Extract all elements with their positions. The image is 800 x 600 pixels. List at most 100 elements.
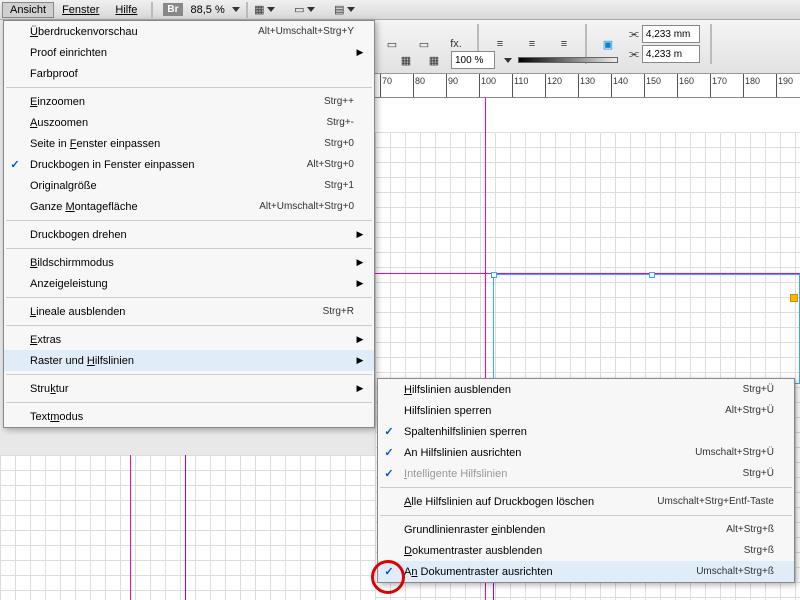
horizontal-ruler[interactable]: 708090100110120130140150160170180190 <box>375 74 800 98</box>
ansicht-item[interactable]: Struktur▶ <box>4 378 374 399</box>
menu-separator <box>380 515 792 516</box>
ansicht-item[interactable]: Raster und Hilfslinien▶ <box>4 350 374 371</box>
menu-label: Grundlinienraster einblenden <box>400 524 716 536</box>
menu-shortcut: Strg+R <box>323 306 354 317</box>
ansicht-item[interactable]: Extras▶ <box>4 329 374 350</box>
submenu-item[interactable]: ✓An Hilfslinien ausrichtenUmschalt+Strg+… <box>378 442 794 463</box>
check-icon: ✓ <box>378 425 400 438</box>
grid-icon[interactable]: ▦ <box>395 50 417 70</box>
menu-label: Überdruckenvorschau <box>26 26 248 38</box>
column-guide[interactable] <box>185 455 186 600</box>
menu-shortcut: Strg+ß <box>744 545 774 556</box>
submenu-arrow-icon: ▶ <box>354 229 366 240</box>
ansicht-item[interactable]: Textmodus <box>4 406 374 427</box>
ansicht-item[interactable]: ✓Druckbogen in Fenster einpassenAlt+Strg… <box>4 154 374 175</box>
ansicht-item[interactable]: AuszoomenStrg+- <box>4 112 374 133</box>
check-icon: ✓ <box>378 565 400 578</box>
submenu-item[interactable]: ✓Intelligente HilfslinienStrg+Ü <box>378 463 794 484</box>
menu-separator <box>6 374 372 375</box>
zoom-value[interactable]: 88,5 % <box>191 4 225 16</box>
percent-field[interactable] <box>451 51 495 69</box>
guide-vertical[interactable] <box>130 455 131 600</box>
menu-fenster[interactable]: Fenster <box>54 2 107 18</box>
submenu-item[interactable]: Hilfslinien ausblenden Strg+Ü <box>378 379 794 400</box>
height-field[interactable] <box>642 45 700 63</box>
menu-separator <box>6 248 372 249</box>
submenu-item[interactable]: Alle Hilfslinien auf Druckbogen löschen U… <box>378 491 794 512</box>
submenu-item[interactable]: Dokumentraster ausblendenStrg+ß <box>378 540 794 561</box>
menu-shortcut: Alt+Strg+ß <box>726 524 774 535</box>
menu-label: Auszoomen <box>26 117 316 129</box>
ansicht-item[interactable]: Ganze MontageflächeAlt+Umschalt+Strg+0 <box>4 196 374 217</box>
ansicht-item[interactable]: ÜberdruckenvorschauAlt+Umschalt+Strg+Y <box>4 21 374 42</box>
chevron-down-icon[interactable] <box>504 58 512 63</box>
ansicht-item[interactable]: Proof einrichten▶ <box>4 42 374 63</box>
ansicht-item[interactable]: Seite in Fenster einpassen Strg+0 <box>4 133 374 154</box>
menu-label: Ganze Montagefläche <box>26 201 249 213</box>
ansicht-item[interactable]: OriginalgrößeStrg+1 <box>4 175 374 196</box>
menu-hilfe[interactable]: Hilfe <box>107 2 145 18</box>
submenu-item[interactable]: ✓An Dokumentraster ausrichtenUmschalt+St… <box>378 561 794 582</box>
check-icon: ✓ <box>378 446 400 459</box>
menu-separator <box>380 487 792 488</box>
resize-handle[interactable] <box>491 272 497 278</box>
menu-label: Bildschirmmodus <box>26 257 354 269</box>
submenu-item[interactable]: Grundlinienraster einblenden Alt+Strg+ß <box>378 519 794 540</box>
menu-shortcut: Alt+Strg+Ü <box>725 405 774 416</box>
bridge-icon[interactable]: Br <box>163 3 182 16</box>
menu-separator <box>6 325 372 326</box>
ansicht-item[interactable]: Anzeigeleistung▶ <box>4 273 374 294</box>
menu-label: Textmodus <box>26 411 354 423</box>
menu-label: An Dokumentraster ausrichten <box>400 566 686 578</box>
submenu-arrow-icon: ▶ <box>354 257 366 268</box>
link-icon[interactable]: ⫘ <box>629 48 639 61</box>
document-canvas-left[interactable] <box>0 455 375 600</box>
menu-label: Lineale ausblenden <box>26 306 313 318</box>
separator <box>246 2 248 18</box>
menu-label: Struktur <box>26 383 354 395</box>
menu-label: Extras <box>26 334 354 346</box>
raster-hilfslinien-submenu: Hilfslinien ausblendenStrg+ÜHilfslinien … <box>377 378 795 583</box>
menu-shortcut: Umschalt+Strg+Entf-Taste <box>657 496 774 507</box>
anchor-icon[interactable] <box>790 294 798 302</box>
submenu-item[interactable]: ✓Spaltenhilfslinien sperren <box>378 421 794 442</box>
ansicht-item[interactable]: Lineale ausblenden Strg+R <box>4 301 374 322</box>
opacity-slider[interactable] <box>518 57 618 63</box>
menu-label: Seite in Fenster einpassen <box>26 138 314 150</box>
arrange-button[interactable]: ▤ <box>334 0 356 20</box>
menu-label: Originalgröße <box>26 180 314 192</box>
grid2-icon[interactable]: ▦ <box>423 50 445 70</box>
menu-ansicht[interactable]: Ansicht <box>2 2 54 18</box>
ansicht-item[interactable]: Druckbogen drehen▶ <box>4 224 374 245</box>
width-field[interactable] <box>642 25 700 43</box>
separator <box>710 24 712 64</box>
menu-label: Einzoomen <box>26 96 314 108</box>
menu-separator <box>6 297 372 298</box>
submenu-arrow-icon: ▶ <box>354 278 366 289</box>
menu-label: Spaltenhilfslinien sperren <box>400 426 774 438</box>
submenu-arrow-icon: ▶ <box>354 47 366 58</box>
ansicht-item[interactable]: EinzoomenStrg++ <box>4 91 374 112</box>
ansicht-item[interactable]: Bildschirmmodus▶ <box>4 252 374 273</box>
screen-mode-button[interactable]: ▭ <box>294 0 316 20</box>
ansicht-item[interactable]: Farbproof <box>4 63 374 84</box>
menu-label: Alle Hilfslinien auf Druckbogen löschen <box>400 496 647 508</box>
check-icon: ✓ <box>378 467 400 480</box>
check-icon: ✓ <box>4 158 26 171</box>
zoom-dropdown-icon[interactable] <box>232 7 240 12</box>
submenu-arrow-icon: ▶ <box>354 334 366 345</box>
menu-label: Proof einrichten <box>26 47 354 59</box>
ansicht-dropdown: ÜberdruckenvorschauAlt+Umschalt+Strg+YPr… <box>3 20 375 428</box>
menu-separator <box>6 402 372 403</box>
view-mode-button[interactable]: ▦ <box>254 0 276 20</box>
menu-label: Hilfslinien sperren <box>400 405 715 417</box>
menu-label: Druckbogen in Fenster einpassen <box>26 159 297 171</box>
menu-shortcut: Strg+Ü <box>743 384 774 395</box>
submenu-item[interactable]: Hilfslinien sperren Alt+Strg+Ü <box>378 400 794 421</box>
menu-label: Hilfslinien ausblenden <box>400 384 733 396</box>
menu-label: Druckbogen drehen <box>26 229 354 241</box>
resize-handle[interactable] <box>649 272 655 278</box>
link-icon[interactable]: ⫘ <box>629 28 639 41</box>
menu-shortcut: Strg+0 <box>324 138 354 149</box>
selected-frame[interactable] <box>493 274 800 384</box>
